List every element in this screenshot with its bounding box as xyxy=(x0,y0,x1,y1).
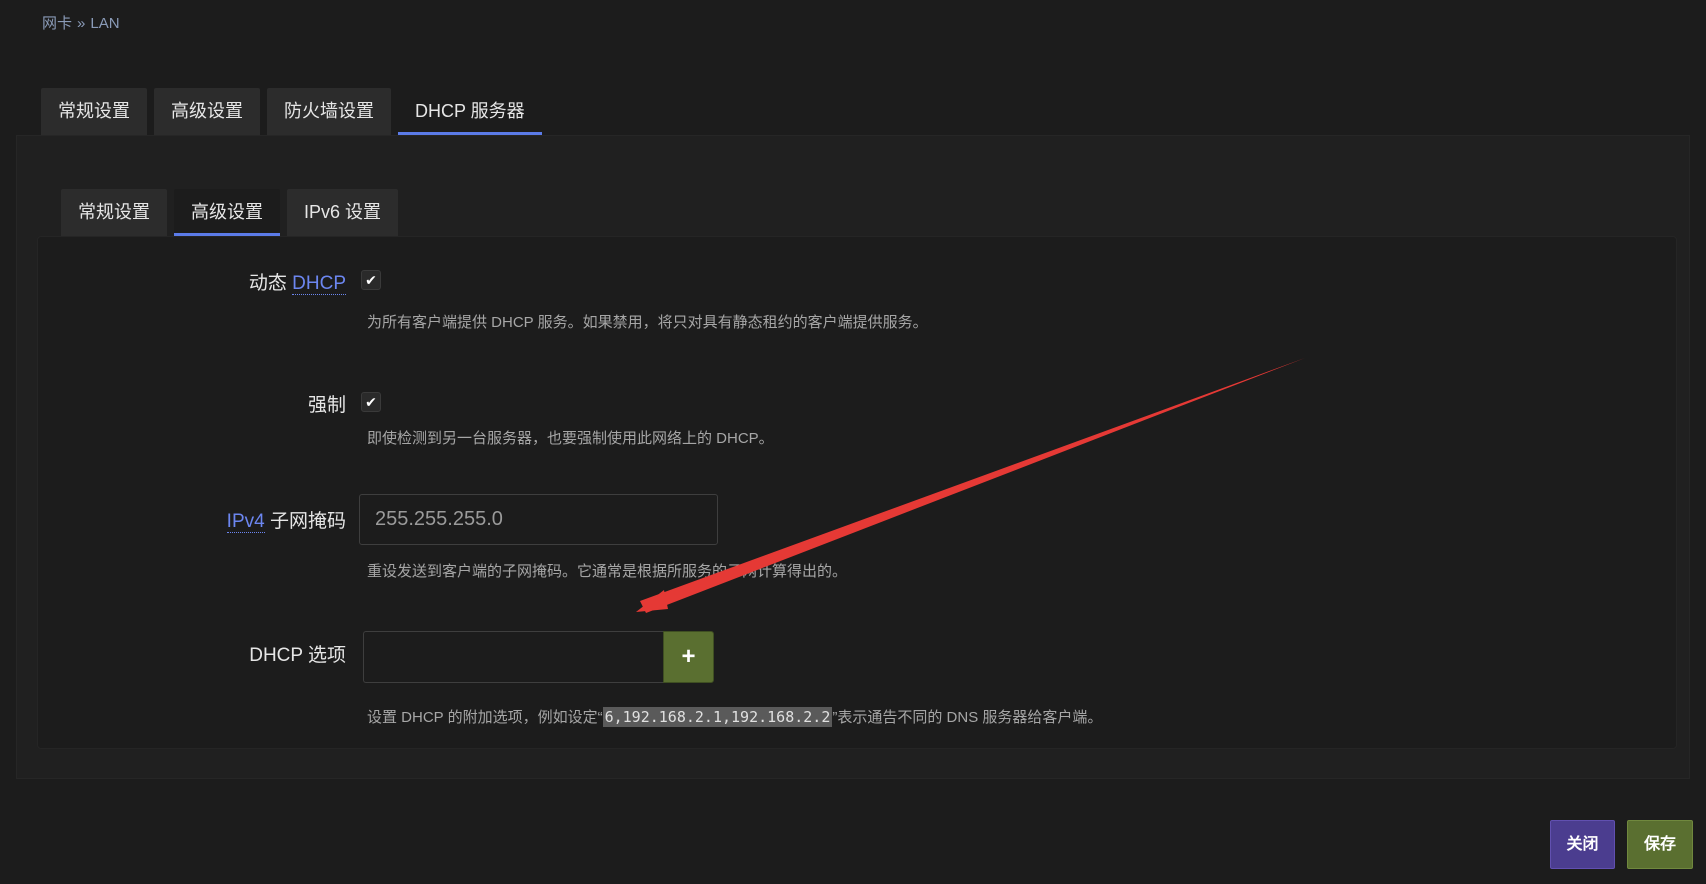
breadcrumb: 网卡 » LAN xyxy=(42,12,120,33)
ipv4-term-link[interactable]: IPv4 xyxy=(226,511,265,533)
tab-dhcp-general[interactable]: 常规设置 xyxy=(61,189,167,236)
dynamic-dhcp-checkbox[interactable]: ✔ xyxy=(361,270,381,290)
dynamic-dhcp-label-prefix: 动态 xyxy=(248,273,287,294)
tab-firewall-settings[interactable]: 防火墙设置 xyxy=(267,88,391,135)
netmask-input[interactable]: 255.255.255.0 xyxy=(359,494,718,545)
breadcrumb-parent[interactable]: 网卡 xyxy=(42,15,72,32)
breadcrumb-current: LAN xyxy=(90,15,120,32)
force-checkbox[interactable]: ✔ xyxy=(361,392,381,412)
netmask-description: 重设发送到客户端的子网掩码。它通常是根据所服务的子网计算得出的。 xyxy=(367,563,848,580)
close-button[interactable]: 关闭 xyxy=(1550,820,1615,869)
interface-tabs: 常规设置 高级设置 防火墙设置 DHCP 服务器 xyxy=(41,88,542,135)
dhcp-options-label: DHCP 选项 xyxy=(249,645,346,666)
dhcp-term-link[interactable]: DHCP xyxy=(292,273,346,295)
save-button[interactable]: 保存 xyxy=(1627,820,1693,869)
force-description: 即使检测到另一台服务器，也要强制使用此网络上的 DHCP。 xyxy=(367,430,774,447)
tab-dhcp-server[interactable]: DHCP 服务器 xyxy=(398,88,542,135)
dynamic-dhcp-label: 动态 DHCP xyxy=(249,268,346,295)
force-label: 强制 xyxy=(307,395,346,416)
dhcp-options-input[interactable] xyxy=(363,631,663,683)
tab-dhcp-ipv6[interactable]: IPv6 设置 xyxy=(287,189,399,236)
plus-icon: + xyxy=(681,643,696,670)
tab-dhcp-advanced[interactable]: 高级设置 xyxy=(174,189,280,236)
dynamic-dhcp-description: 为所有客户端提供 DHCP 服务。如果禁用，将只对具有静态租约的客户端提供服务。 xyxy=(367,314,928,331)
checkmark-icon: ✔ xyxy=(365,393,377,410)
dhcp-options-description-before: 设置 DHCP 的附加选项，例如设定“ xyxy=(367,709,603,726)
dhcp-options-example-code: 6,192.168.2.1,192.168.2.2 xyxy=(602,707,833,727)
netmask-label-suffix: 子网掩码 xyxy=(269,511,346,532)
add-option-button[interactable]: + xyxy=(663,631,714,683)
checkmark-icon: ✔ xyxy=(365,271,377,288)
tab-general-settings[interactable]: 常规设置 xyxy=(41,88,147,135)
dhcp-tabs: 常规设置 高级设置 IPv6 设置 xyxy=(61,189,399,236)
breadcrumb-separator: » xyxy=(77,15,86,32)
tab-advanced-settings[interactable]: 高级设置 xyxy=(154,88,260,135)
dhcp-options-description-after: ”表示通告不同的 DNS 服务器给客户端。 xyxy=(832,709,1103,726)
dhcp-options-description: 设置 DHCP 的附加选项，例如设定“ 6,192.168.2.1,192.168… xyxy=(367,706,1102,727)
netmask-label: IPv4 子网掩码 xyxy=(226,506,346,533)
